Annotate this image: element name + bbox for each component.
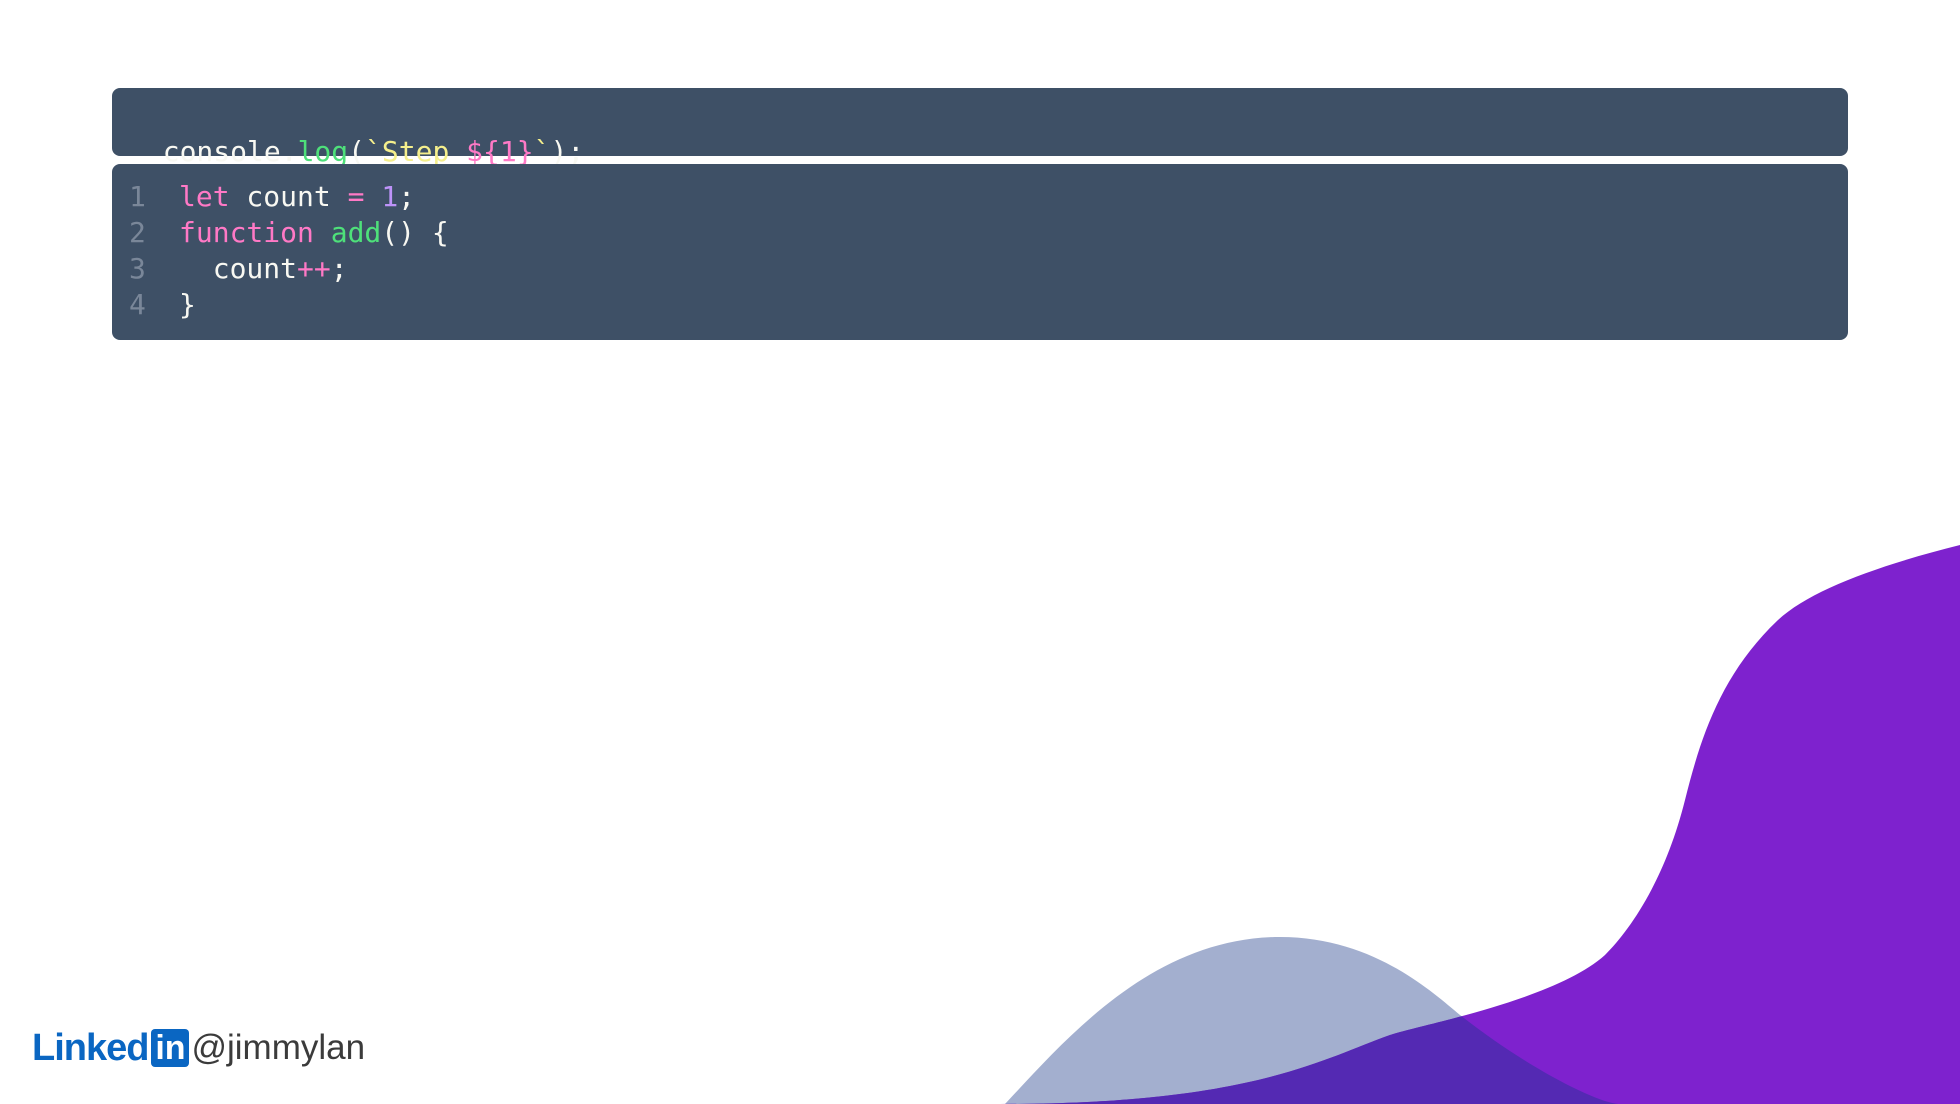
code-token-plain: () { bbox=[381, 216, 449, 249]
linkedin-icon: in bbox=[151, 1029, 190, 1067]
line-code: } bbox=[179, 287, 196, 323]
footer-attribution: Linked in @jimmylan bbox=[32, 1026, 366, 1070]
console-snippet: console.log(`Step ${1}`); bbox=[112, 88, 1848, 168]
author-handle: @jimmylan bbox=[191, 1028, 366, 1067]
code-token-op: ++ bbox=[297, 252, 331, 285]
code-token-num: 1 bbox=[381, 180, 399, 213]
code-line: 2 function add() { bbox=[129, 215, 1848, 251]
code-token-kw: function bbox=[179, 216, 314, 249]
linkedin-wordmark: Linked bbox=[32, 1026, 149, 1069]
code-line: 1 let count = 1; bbox=[129, 179, 1848, 215]
code-token-kw: let bbox=[179, 180, 230, 213]
line-code: function add() { bbox=[179, 215, 449, 251]
line-number: 1 bbox=[129, 180, 146, 213]
code-block: 1 let count = 1; 2 function add() {3 count+… bbox=[112, 164, 1848, 340]
purple-wave-shape bbox=[1000, 545, 1960, 1104]
code-line: 3 count++; bbox=[129, 251, 1848, 287]
line-code: count++; bbox=[179, 251, 348, 287]
code-line: 4} bbox=[129, 287, 1848, 323]
code-token-plain: count bbox=[229, 180, 348, 213]
line-number: 4 bbox=[129, 288, 146, 321]
line-number: 2 bbox=[129, 216, 146, 249]
slate-hill-shape bbox=[1005, 936, 1620, 1104]
line-number: 3 bbox=[129, 252, 146, 285]
code-token-plain: ; bbox=[330, 252, 348, 285]
code-token-func: add bbox=[330, 216, 382, 249]
code-token-plain: count bbox=[179, 252, 298, 285]
overlap-shape bbox=[1005, 936, 1620, 1104]
linkedin-logo: Linked in bbox=[32, 1026, 190, 1070]
line-code: let count = 1; bbox=[179, 179, 415, 215]
code-token-op: = bbox=[347, 180, 365, 213]
code-token-plain: } bbox=[179, 288, 196, 321]
code-token-plain: ; bbox=[398, 180, 416, 213]
